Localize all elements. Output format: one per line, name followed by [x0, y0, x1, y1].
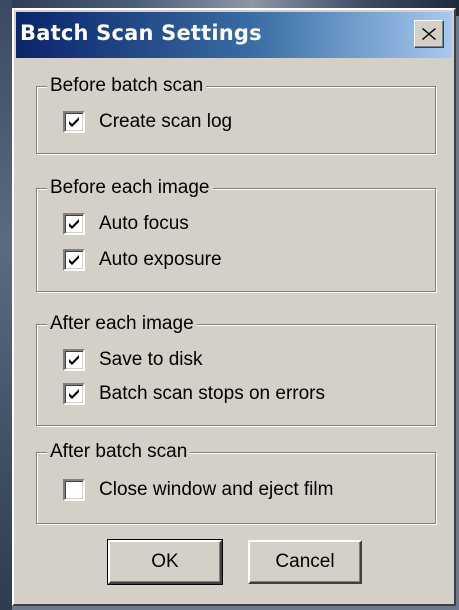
option-auto-focus[interactable]: Auto focus — [63, 211, 189, 237]
save-to-disk-checkbox[interactable] — [63, 349, 85, 371]
title-bar[interactable]: Batch Scan Settings — [16, 12, 452, 58]
cancel-button[interactable]: Cancel — [248, 540, 362, 584]
option-label: Create scan log — [99, 111, 233, 132]
checkmark-icon — [69, 389, 79, 399]
ok-button[interactable]: OK — [107, 539, 223, 585]
group-legend: Before each image — [47, 176, 213, 200]
option-close-window-and-eject-film[interactable]: Close window and eject film — [63, 477, 333, 503]
group-after-batch-scan: After batch scan Close window and eject … — [36, 440, 436, 524]
batch-scan-stops-on-errors-checkbox[interactable] — [63, 383, 85, 405]
checkmark-icon — [69, 219, 79, 229]
auto-exposure-checkbox[interactable] — [63, 249, 85, 271]
group-legend: After each image — [47, 312, 197, 336]
group-before-each-image: Before each image Auto focus Auto exposu… — [36, 176, 436, 292]
option-label: Auto exposure — [99, 249, 222, 270]
checkmark-icon — [69, 117, 79, 127]
option-create-scan-log[interactable]: Create scan log — [63, 109, 232, 135]
option-label: Save to disk — [99, 349, 203, 370]
option-save-to-disk[interactable]: Save to disk — [63, 347, 203, 373]
group-before-batch-scan: Before batch scan Create scan log — [36, 74, 436, 154]
batch-scan-settings-dialog: Batch Scan Settings Before batch scan Cr… — [12, 8, 456, 606]
close-window-and-eject-film-checkbox[interactable] — [63, 479, 85, 501]
group-after-each-image: After each image Save to disk Batch scan… — [36, 312, 436, 426]
checkmark-icon — [69, 255, 79, 265]
option-label: Batch scan stops on errors — [99, 383, 325, 404]
group-legend: Before batch scan — [47, 74, 207, 98]
close-icon — [422, 28, 436, 40]
checkmark-icon — [69, 355, 79, 365]
close-button[interactable] — [414, 20, 444, 48]
auto-focus-checkbox[interactable] — [63, 213, 85, 235]
background-window-edge — [0, 0, 12, 610]
option-label: Close window and eject film — [99, 479, 334, 500]
group-legend: After batch scan — [47, 440, 191, 464]
dialog-title: Batch Scan Settings — [20, 21, 262, 45]
option-batch-scan-stops-on-errors[interactable]: Batch scan stops on errors — [63, 381, 325, 407]
option-label: Auto focus — [99, 213, 189, 234]
option-auto-exposure[interactable]: Auto exposure — [63, 247, 222, 273]
create-scan-log-checkbox[interactable] — [63, 111, 85, 133]
